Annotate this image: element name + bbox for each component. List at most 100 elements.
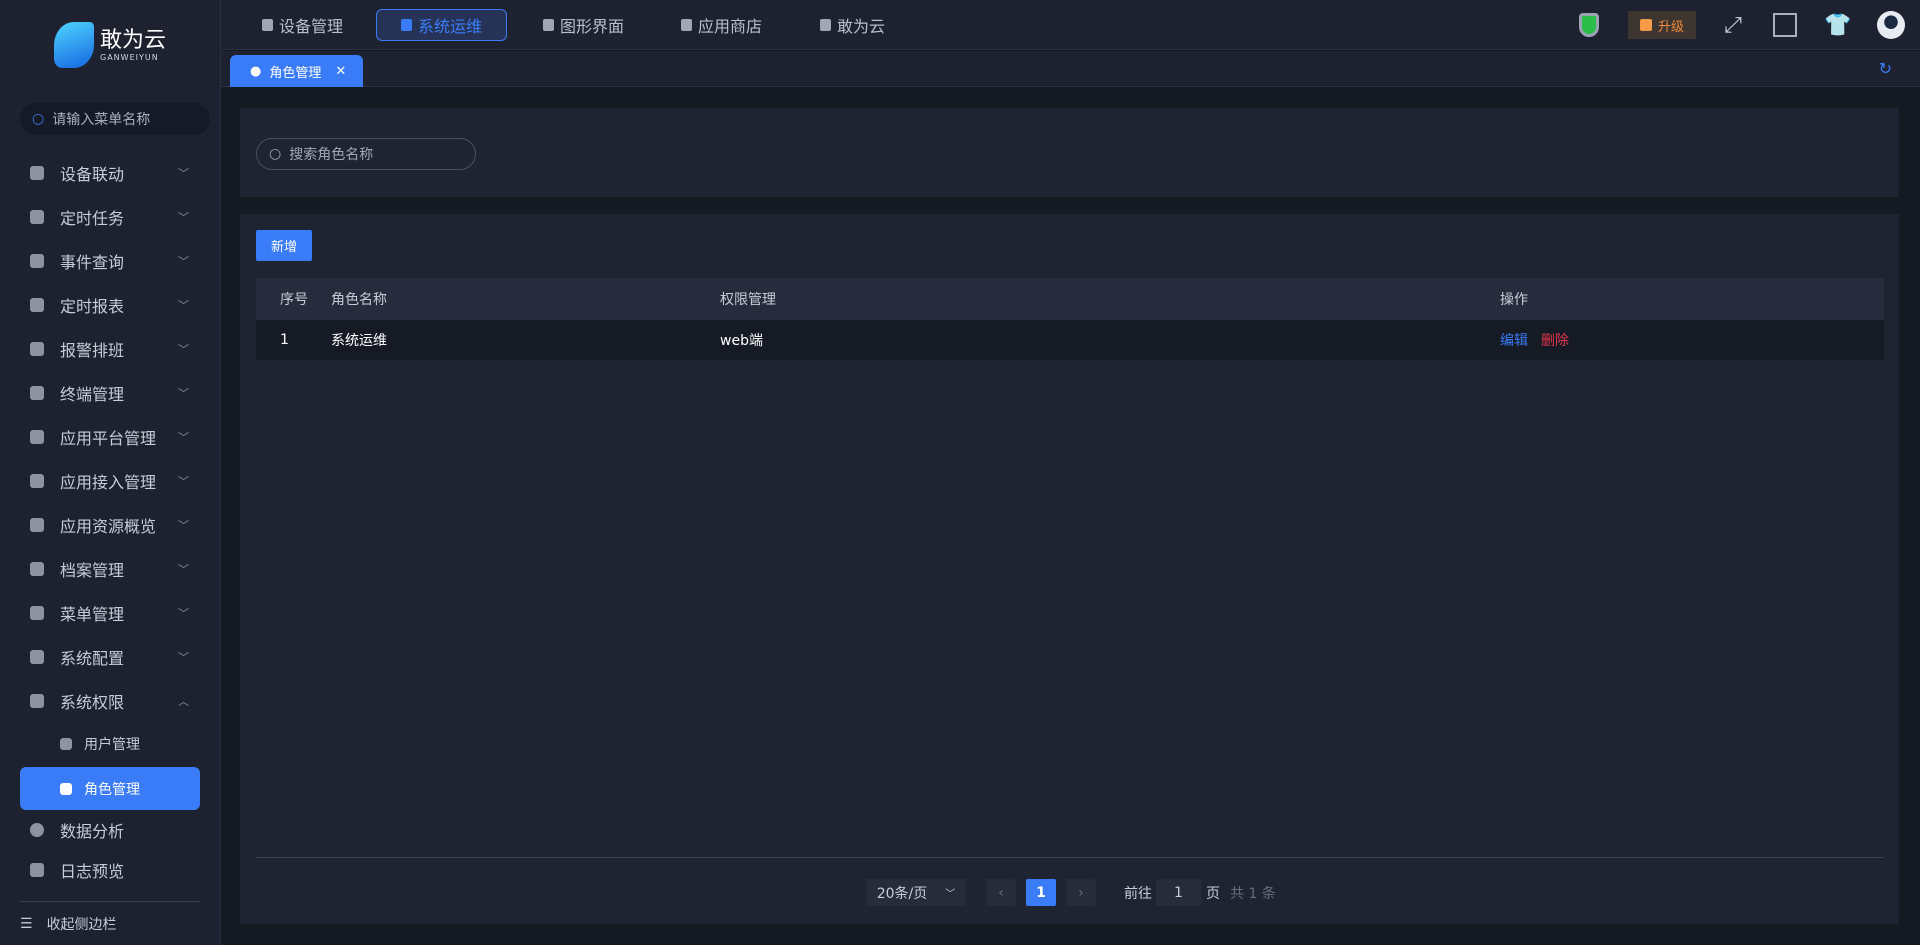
page-1-button[interactable]: 1 (1026, 879, 1056, 906)
brand-name: 敢为云 (100, 27, 167, 53)
label: 图形界面 (560, 17, 625, 36)
sidebar-item-archives[interactable]: 档案管理 ﹀ (0, 549, 221, 589)
upgrade-label: 升级 (1657, 19, 1684, 35)
wrench-icon (401, 19, 412, 31)
collapse-sidebar-button[interactable]: ☰ 收起侧边栏 (20, 914, 117, 934)
goto-page-input[interactable]: 1 (1156, 879, 1201, 906)
search-icon: ○ (269, 146, 282, 162)
table-row: 1 系统运维 web端 编辑 删除 (256, 320, 1884, 360)
sidebar-item-data-analysis[interactable]: 数据分析 (0, 810, 221, 850)
sidebar-item-app-resources[interactable]: 应用资源概览 ﹀ (0, 505, 221, 545)
sidebar-item-terminal[interactable]: 终端管理 ﹀ (0, 373, 221, 413)
sidebar-item-app-platform[interactable]: 应用平台管理 ﹀ (0, 417, 221, 457)
chevron-down-icon: ﹀ (178, 299, 189, 312)
security-shield-icon[interactable] (1574, 10, 1604, 40)
label: 报警排班 (60, 341, 125, 360)
logo: 敢为云 GANWEIYUN (54, 22, 166, 68)
refresh-icon[interactable]: ↻ (1879, 59, 1892, 78)
total-count: 共 1 条 (1230, 885, 1276, 902)
prev-page-button[interactable]: ‹ (986, 879, 1016, 906)
sidebar-item-menu-management[interactable]: 菜单管理 ﹀ (0, 593, 221, 633)
label: 用户管理 (84, 737, 140, 753)
label: 应用接入管理 (60, 473, 157, 492)
divider (20, 901, 200, 902)
user-icon: ● (250, 63, 262, 79)
config-icon (30, 650, 44, 664)
chevron-down-icon: ﹀ (178, 343, 189, 356)
col-actions: 操作 (1500, 292, 1528, 308)
col-permissions: 权限管理 (720, 292, 776, 308)
archive-icon (30, 562, 44, 576)
layers-icon (30, 518, 44, 532)
col-role-name: 角色名称 (331, 292, 387, 308)
nav-ganweiyun[interactable]: 敢为云 (796, 9, 909, 41)
sidebar-item-app-access[interactable]: 应用接入管理 ﹀ (0, 461, 221, 501)
next-page-button[interactable]: › (1066, 879, 1096, 906)
theme-shirt-icon[interactable]: 👕 (1823, 10, 1853, 40)
sidebar-item-scheduled-tasks[interactable]: 定时任务 ﹀ (0, 197, 221, 237)
sidebar-item-user-management[interactable]: 用户管理 (0, 724, 221, 764)
nav-app-store[interactable]: 应用商店 (657, 9, 786, 41)
search-icon: ○ (32, 111, 45, 127)
task-icon (30, 210, 44, 224)
nav-system-ops[interactable]: 系统运维 (376, 9, 508, 41)
chevron-down-icon: ﹀ (178, 167, 189, 180)
tab-bar: ● 角色管理 ✕ ↻ (221, 51, 1920, 87)
menu-icon (30, 606, 44, 620)
chevron-down-icon: ﹀ (178, 211, 189, 224)
butterfly-icon (820, 19, 831, 31)
sidebar-item-event-query[interactable]: 事件查询 ﹀ (0, 241, 221, 281)
collapse-icon: ☰ (20, 916, 33, 932)
menu-search-input[interactable]: ○ 请输入菜单名称 (20, 103, 210, 135)
upgrade-button[interactable]: 升级 (1628, 11, 1696, 39)
chevron-down-icon: ﹀ (178, 431, 189, 444)
chevron-down-icon: ﹀ (178, 651, 189, 664)
cell-index: 1 (280, 332, 289, 348)
pie-chart-icon (30, 823, 44, 837)
label: 档案管理 (60, 561, 125, 580)
sidebar-item-system-config[interactable]: 系统配置 ﹀ (0, 637, 221, 677)
label: 系统配置 (60, 649, 125, 668)
nav-device-management[interactable]: 设备管理 (238, 9, 367, 41)
label: 应用平台管理 (60, 429, 157, 448)
event-icon (30, 254, 44, 268)
sidebar-item-device-linkage[interactable]: 设备联动 ﹀ (0, 153, 221, 193)
divider (256, 857, 1884, 858)
nav-graphics[interactable]: 图形界面 (519, 9, 648, 41)
delete-link[interactable]: 删除 (1541, 320, 1569, 360)
col-index: 序号 (280, 292, 308, 308)
role-search-input[interactable]: ○ 搜索角色名称 (256, 138, 476, 170)
label: 事件查询 (60, 253, 125, 272)
goto-label: 前往 (1124, 885, 1152, 902)
sidebar-item-alarm-schedule[interactable]: 报警排班 ﹀ (0, 329, 221, 369)
add-role-button[interactable]: 新增 (256, 230, 312, 261)
search-placeholder: 搜索角色名称 (289, 147, 374, 163)
edit-link[interactable]: 编辑 (1500, 320, 1528, 360)
page-size-value: 20条/页 (876, 885, 928, 902)
chevron-down-icon: ﹀ (178, 387, 189, 400)
cell-role-name: 系统运维 (331, 333, 387, 349)
label: 应用商店 (698, 17, 763, 36)
label: 菜单管理 (60, 605, 125, 624)
label: 设备联动 (60, 165, 125, 184)
shield-icon (30, 694, 44, 708)
label: 角色管理 (84, 781, 140, 798)
chevron-down-icon: ﹀ (178, 607, 189, 620)
chevron-down-icon: ﹀ (178, 475, 189, 488)
label: 敢为云 (837, 17, 886, 36)
sidebar-item-scheduled-reports[interactable]: 定时报表 ﹀ (0, 285, 221, 325)
tab-role-management[interactable]: ● 角色管理 ✕ (230, 55, 363, 87)
calendar-icon (30, 342, 44, 356)
sidebar-item-log-preview[interactable]: 日志预览 (0, 850, 221, 890)
table-header: 序号 角色名称 权限管理 操作 (256, 278, 1884, 320)
user-avatar[interactable] (1876, 10, 1906, 40)
fullscreen-icon[interactable]: ⤢ (1718, 10, 1748, 40)
screen-frame-icon[interactable] (1770, 10, 1800, 40)
page-unit-label: 页 (1206, 885, 1220, 902)
sidebar-item-system-permissions[interactable]: 系统权限 ︿ (0, 681, 221, 721)
home-icon (30, 474, 44, 488)
close-icon[interactable]: ✕ (335, 64, 346, 79)
page-size-select[interactable]: 20条/页 ﹀ (866, 879, 966, 906)
top-bar: 设备管理 系统运维 图形界面 应用商店 敢为云 升级 ⤢ 👕 (221, 0, 1920, 50)
sidebar-item-role-management[interactable]: 角色管理 (20, 767, 200, 810)
